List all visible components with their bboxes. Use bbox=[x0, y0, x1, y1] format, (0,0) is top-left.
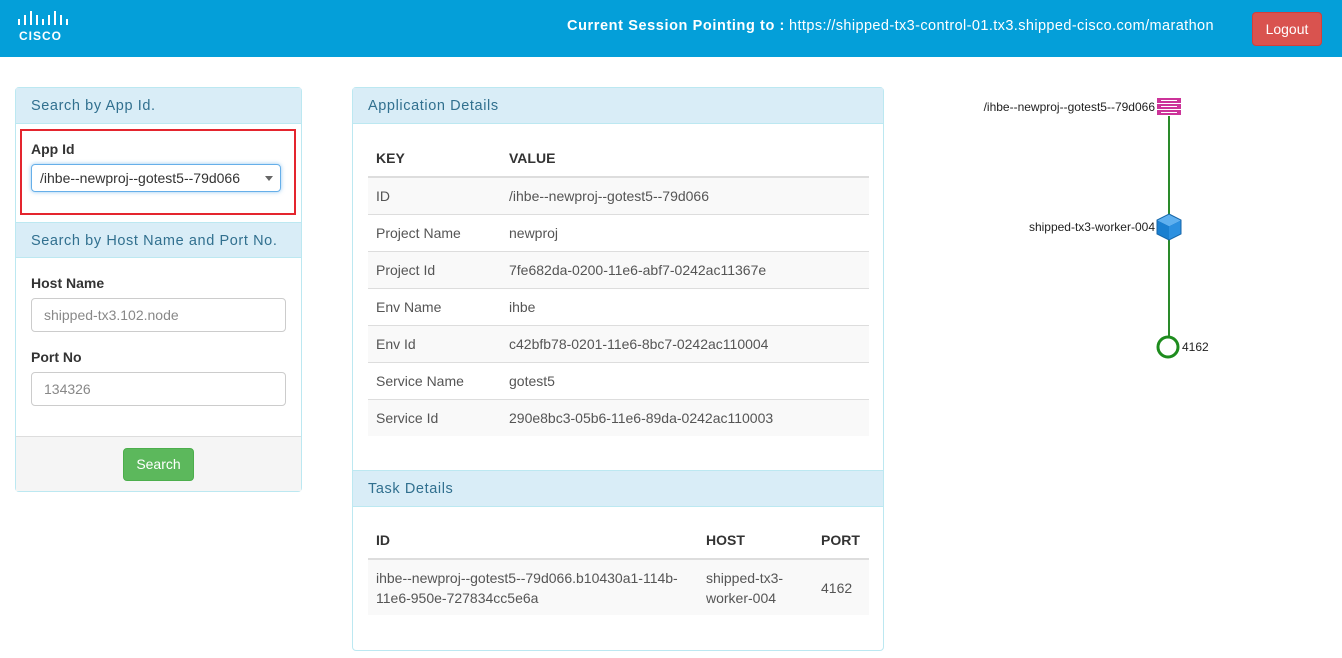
port-no-label: Port No bbox=[31, 349, 82, 365]
row-key: Env Name bbox=[368, 287, 501, 325]
column-header-value: VALUE bbox=[501, 139, 869, 178]
search-button[interactable]: Search bbox=[123, 448, 194, 481]
row-key: Project Id bbox=[368, 250, 501, 288]
row-value: ihbe bbox=[501, 287, 869, 325]
session-label: Current Session Pointing to : bbox=[567, 18, 785, 34]
search-by-host-section: Search by Host Name and Port No. bbox=[16, 222, 301, 258]
session-url: https://shipped-tx3-control-01.tx3.shipp… bbox=[789, 18, 1214, 34]
row-value: newproj bbox=[501, 213, 869, 251]
column-header-port: PORT bbox=[813, 521, 869, 560]
table-row: ID /ihbe--newproj--gotest5--79d066 bbox=[368, 176, 869, 214]
table-row: Project Id 7fe682da-0200-11e6-abf7-0242a… bbox=[368, 250, 869, 288]
cisco-logo: CISCO bbox=[16, 11, 70, 43]
row-value: 7fe682da-0200-11e6-abf7-0242ac11367e bbox=[501, 250, 869, 288]
row-key: Project Name bbox=[368, 213, 501, 251]
row-value: c42bfb78-0201-11e6-8bc7-0242ac110004 bbox=[501, 324, 869, 362]
topology-graph: /ihbe--newproj--gotest5--79d066 shipped-… bbox=[900, 80, 1340, 400]
host-name-label: Host Name bbox=[31, 275, 105, 291]
logout-button[interactable]: Logout bbox=[1252, 12, 1322, 46]
row-value: /ihbe--newproj--gotest5--79d066 bbox=[501, 176, 869, 214]
application-details-panel: Application Details KEY VALUE ID /ihbe--… bbox=[352, 87, 884, 651]
row-value: gotest5 bbox=[501, 361, 869, 399]
table-row: ihbe--newproj--gotest5--79d066.b10430a1-… bbox=[368, 558, 869, 615]
search-by-host-heading: Search by Host Name and Port No. bbox=[16, 222, 301, 258]
server-icon bbox=[1157, 98, 1181, 115]
column-header-id: ID bbox=[368, 521, 698, 560]
row-key: Env Id bbox=[368, 324, 501, 362]
app-id-select[interactable]: /ihbe--newproj--gotest5--79d066 bbox=[31, 164, 281, 192]
port-circle-icon bbox=[1156, 335, 1180, 359]
column-header-key: KEY bbox=[368, 139, 501, 178]
top-bar: CISCO Current Session Pointing to : http… bbox=[0, 0, 1342, 57]
table-row: Service Name gotest5 bbox=[368, 361, 869, 399]
port-no-input[interactable]: 134326 bbox=[31, 372, 286, 406]
search-by-app-heading: Search by App Id. bbox=[16, 88, 301, 124]
task-port: 4162 bbox=[813, 558, 869, 615]
task-details-section: Task Details bbox=[353, 470, 883, 507]
row-key: Service Name bbox=[368, 361, 501, 399]
search-panel: Search by App Id. App Id /ihbe--newproj-… bbox=[15, 87, 302, 492]
port-node-label: 4162 bbox=[1182, 340, 1209, 354]
task-host: shipped-tx3-worker-004 bbox=[698, 558, 813, 615]
table-row: Project Name newproj bbox=[368, 213, 869, 251]
logo-text: CISCO bbox=[19, 29, 63, 43]
application-details-heading: Application Details bbox=[353, 88, 883, 124]
row-value: 290e8bc3-05b6-11e6-89da-0242ac110003 bbox=[501, 398, 869, 436]
table-row: Env Id c42bfb78-0201-11e6-8bc7-0242ac110… bbox=[368, 324, 869, 362]
application-details-table: KEY VALUE ID /ihbe--newproj--gotest5--79… bbox=[368, 139, 869, 436]
cube-icon bbox=[1156, 213, 1182, 241]
caret-down-icon bbox=[265, 176, 273, 181]
task-details-table: ID HOST PORT ihbe--newproj--gotest5--79d… bbox=[368, 521, 869, 615]
table-row: Service Id 290e8bc3-05b6-11e6-89da-0242a… bbox=[368, 398, 869, 436]
host-name-input[interactable]: shipped-tx3.102.node bbox=[31, 298, 286, 332]
task-id: ihbe--newproj--gotest5--79d066.b10430a1-… bbox=[368, 558, 698, 615]
row-key: ID bbox=[368, 176, 501, 214]
app-id-selected-value: /ihbe--newproj--gotest5--79d066 bbox=[40, 170, 240, 186]
table-row: Env Name ihbe bbox=[368, 287, 869, 325]
column-header-host: HOST bbox=[698, 521, 813, 560]
task-details-heading: Task Details bbox=[353, 471, 883, 507]
row-key: Service Id bbox=[368, 398, 501, 436]
session-info: Current Session Pointing to : https://sh… bbox=[567, 18, 1214, 34]
app-node-label: /ihbe--newproj--gotest5--79d066 bbox=[983, 100, 1155, 114]
app-id-label: App Id bbox=[31, 141, 75, 157]
host-node-label: shipped-tx3-worker-004 bbox=[1028, 220, 1155, 234]
search-panel-footer: Search bbox=[16, 436, 301, 491]
